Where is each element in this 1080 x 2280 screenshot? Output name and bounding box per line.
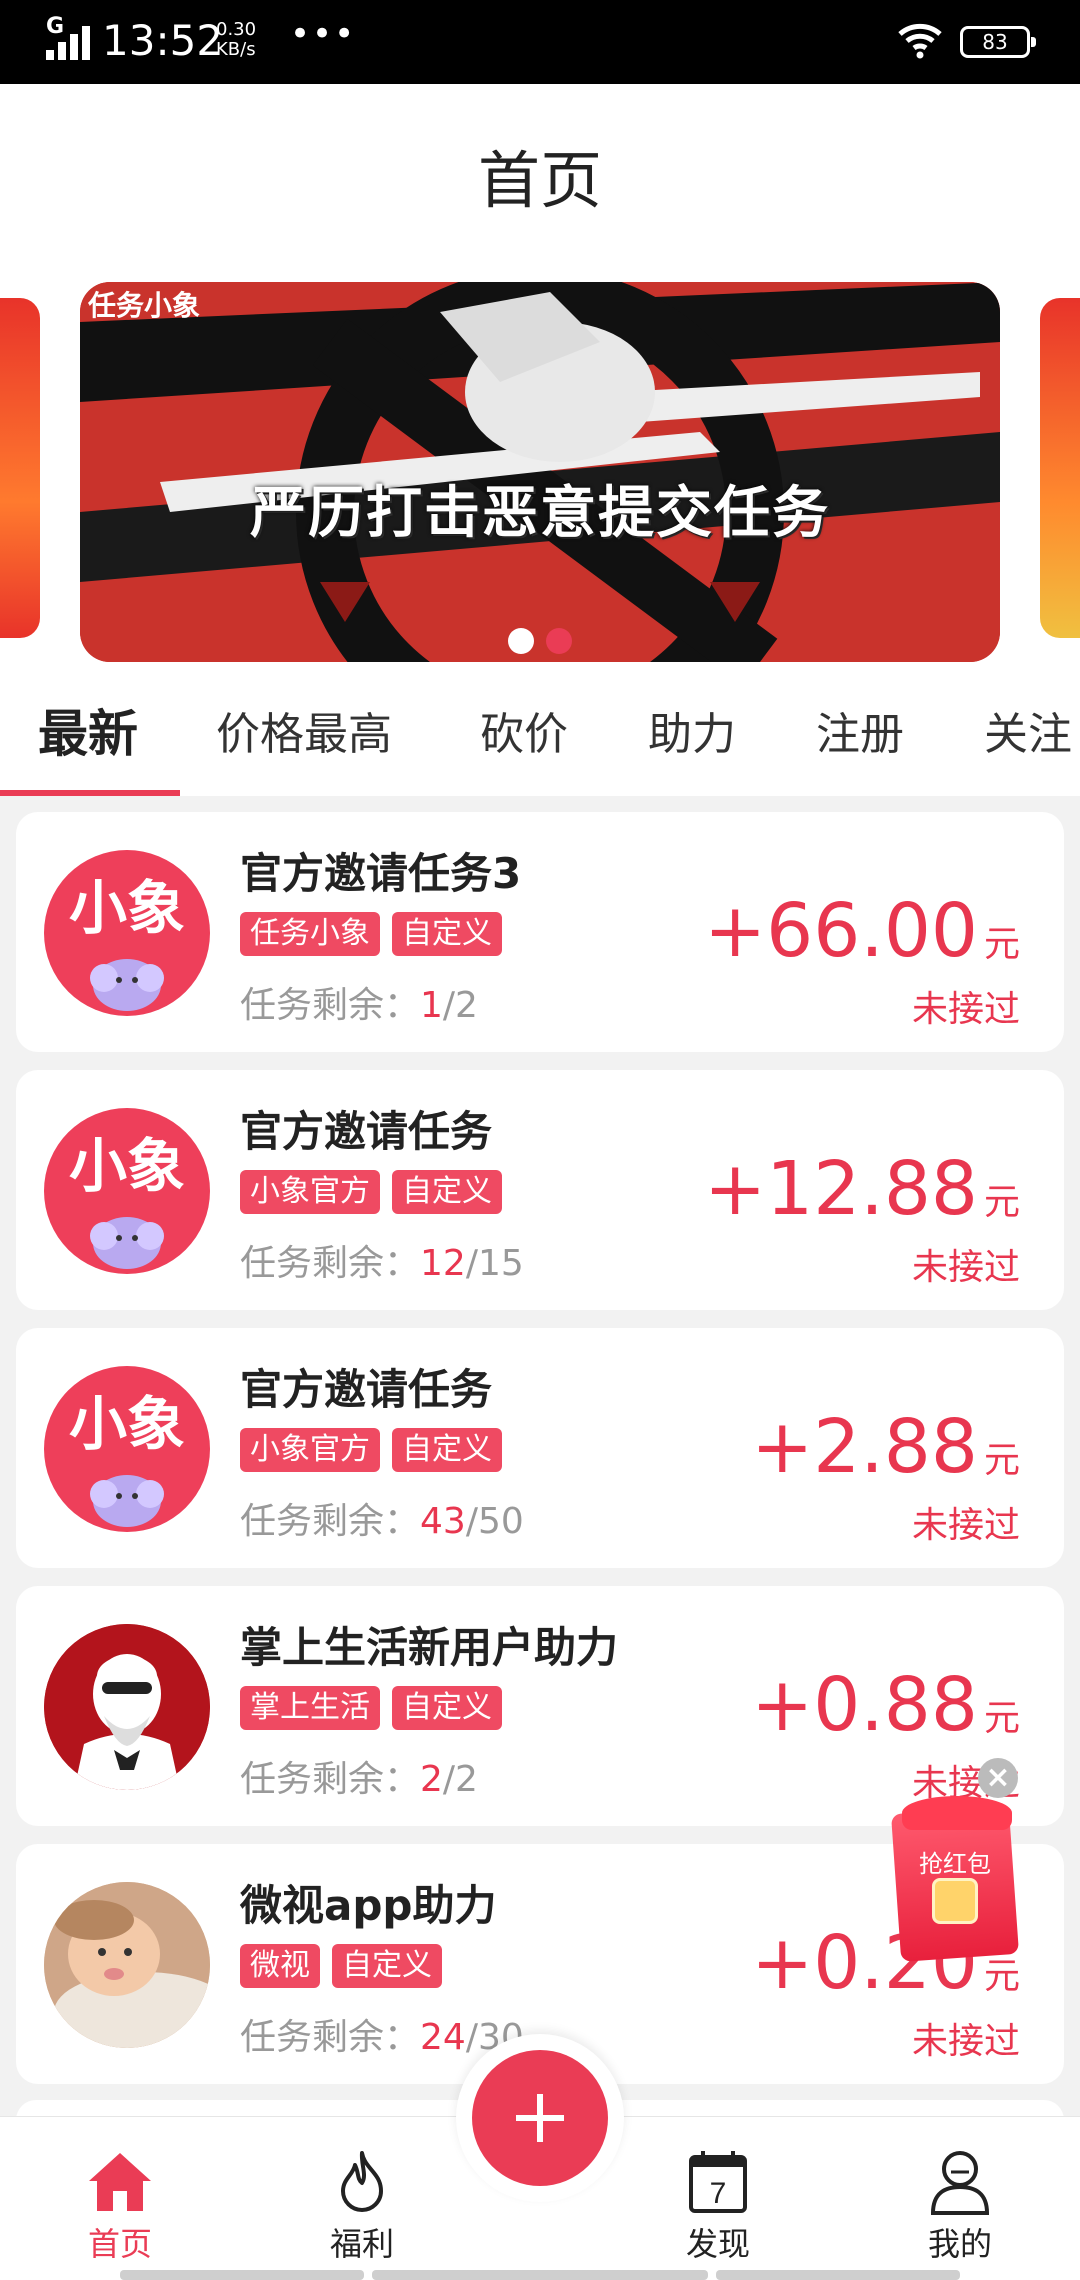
tab-latest[interactable]: 最新 bbox=[38, 694, 138, 766]
active-tab-indicator bbox=[0, 790, 180, 796]
task-tags: 小象官方 自定义 bbox=[240, 1170, 514, 1214]
task-title: 官方邀请任务3 bbox=[240, 849, 522, 898]
task-status: 未接过 bbox=[911, 1505, 1020, 1546]
task-tag: 任务小象 bbox=[240, 912, 380, 956]
red-packet-button[interactable]: 抢红包 bbox=[888, 1790, 1028, 1962]
status-bar: G 13:52 0.30 KB/s ••• 83 bbox=[0, 0, 1080, 84]
task-reward: +0.88 元 bbox=[751, 1662, 1020, 1748]
page-header: 首页 bbox=[0, 84, 1080, 254]
carousel-indicator bbox=[80, 628, 1000, 658]
publish-task-button[interactable] bbox=[472, 2050, 608, 2186]
tab-highest-price[interactable]: 价格最高 bbox=[216, 698, 392, 762]
banner-slogan: 严历打击恶意提交任务 bbox=[250, 481, 830, 546]
nav-discover[interactable]: 7 发现 bbox=[638, 2147, 798, 2265]
task-tag: 自定义 bbox=[392, 1686, 502, 1730]
wifi-icon bbox=[898, 23, 942, 59]
task-title: 官方邀请任务 bbox=[240, 1365, 493, 1414]
home-icon bbox=[89, 2153, 151, 2211]
calendar-icon: 7 bbox=[689, 2151, 747, 2213]
banner-prev-slide[interactable] bbox=[0, 298, 40, 638]
nav-home[interactable]: 首页 bbox=[40, 2147, 200, 2265]
tab-register[interactable]: 注册 bbox=[816, 698, 904, 762]
svg-text:小象: 小象 bbox=[69, 1390, 185, 1458]
task-remaining: 任务剩余：1/2 bbox=[240, 985, 478, 1026]
network-speed: 0.30 KB/s bbox=[216, 19, 257, 60]
banner-slide[interactable]: 任务小象 严历打击恶意提交任务 bbox=[80, 282, 1000, 662]
task-status: 未接过 bbox=[911, 1247, 1020, 1288]
task-title: 微视app助力 bbox=[240, 1881, 497, 1930]
tab-assist[interactable]: 助力 bbox=[648, 698, 736, 762]
task-reward: +2.88 元 bbox=[751, 1404, 1020, 1490]
task-tag: 自定义 bbox=[332, 1944, 442, 1988]
task-tag: 小象官方 bbox=[240, 1428, 380, 1472]
signal-icon: G bbox=[46, 14, 92, 60]
task-remaining: 任务剩余：43/50 bbox=[240, 1501, 524, 1542]
svg-text:7: 7 bbox=[710, 2177, 727, 2210]
task-status: 未接过 bbox=[911, 2021, 1020, 2062]
gift-icon bbox=[932, 1878, 978, 1924]
svg-text:小象: 小象 bbox=[69, 874, 185, 942]
task-tag: 自定义 bbox=[392, 1428, 502, 1472]
task-tags: 微视 自定义 bbox=[240, 1944, 454, 1988]
task-reward: +12.88 元 bbox=[704, 1146, 1020, 1232]
task-title: 掌上生活新用户助力 bbox=[240, 1623, 619, 1672]
task-avatar: 小象 bbox=[44, 850, 210, 1016]
nav-mine[interactable]: 我的 bbox=[880, 2147, 1040, 2265]
banner-brand-text: 任务小象 bbox=[88, 289, 201, 322]
task-avatar: 小象 bbox=[44, 1108, 210, 1274]
nav-welfare[interactable]: 福利 bbox=[282, 2147, 442, 2265]
carousel-dot[interactable] bbox=[508, 628, 535, 654]
task-tags: 小象官方 自定义 bbox=[240, 1428, 514, 1472]
carousel-dot-active[interactable] bbox=[545, 628, 572, 654]
task-remaining: 任务剩余：2/2 bbox=[240, 1759, 478, 1800]
banner-carousel[interactable]: 任务小象 严历打击恶意提交任务 bbox=[0, 254, 1080, 674]
category-tabs: 最新 价格最高 砍价 助力 注册 关注 bbox=[0, 674, 1080, 796]
task-card[interactable]: 小象 官方邀请任务 小象官方 自定义 任务剩余：43/50 +2.88 元 未接过 bbox=[16, 1328, 1064, 1568]
task-tags: 任务小象 自定义 bbox=[240, 912, 514, 956]
red-packet-label: 抢红包 bbox=[919, 1850, 991, 1878]
task-tag: 小象官方 bbox=[240, 1170, 380, 1214]
task-tag: 自定义 bbox=[392, 912, 502, 956]
task-status: 未接过 bbox=[911, 989, 1020, 1030]
more-notifications-icon: ••• bbox=[290, 14, 357, 54]
gesture-bar bbox=[120, 2270, 364, 2280]
task-tags: 掌上生活 自定义 bbox=[240, 1686, 514, 1730]
status-time: 13:52 bbox=[102, 16, 224, 65]
task-card[interactable]: 小象 官方邀请任务 小象官方 自定义 任务剩余：12/15 +12.88 元 未接过 bbox=[16, 1070, 1064, 1310]
task-tag: 自定义 bbox=[392, 1170, 502, 1214]
tab-follow[interactable]: 关注 bbox=[984, 698, 1072, 762]
flame-icon bbox=[341, 2151, 383, 2212]
tab-bargain[interactable]: 砍价 bbox=[480, 698, 568, 762]
task-tag: 掌上生活 bbox=[240, 1686, 380, 1730]
svg-text:小象: 小象 bbox=[69, 1132, 185, 1200]
user-icon bbox=[930, 2151, 990, 2215]
task-title: 官方邀请任务 bbox=[240, 1107, 493, 1156]
task-reward: +66.00 元 bbox=[704, 888, 1020, 974]
battery-icon: 83 bbox=[960, 26, 1036, 58]
task-avatar bbox=[44, 1624, 210, 1790]
task-avatar bbox=[44, 1882, 210, 2048]
task-remaining: 任务剩余：12/15 bbox=[240, 1243, 524, 1284]
banner-next-slide[interactable] bbox=[1040, 298, 1080, 638]
task-remaining: 任务剩余：24/30 bbox=[240, 2017, 524, 2058]
task-avatar: 小象 bbox=[44, 1366, 210, 1532]
task-card[interactable]: 小象 官方邀请任务3 任务小象 自定义 任务剩余：1/2 +66.00 元 未接过 bbox=[16, 812, 1064, 1052]
page-title: 首页 bbox=[477, 144, 602, 217]
task-tag: 微视 bbox=[240, 1944, 320, 1988]
close-icon[interactable]: × bbox=[978, 1758, 1018, 1798]
